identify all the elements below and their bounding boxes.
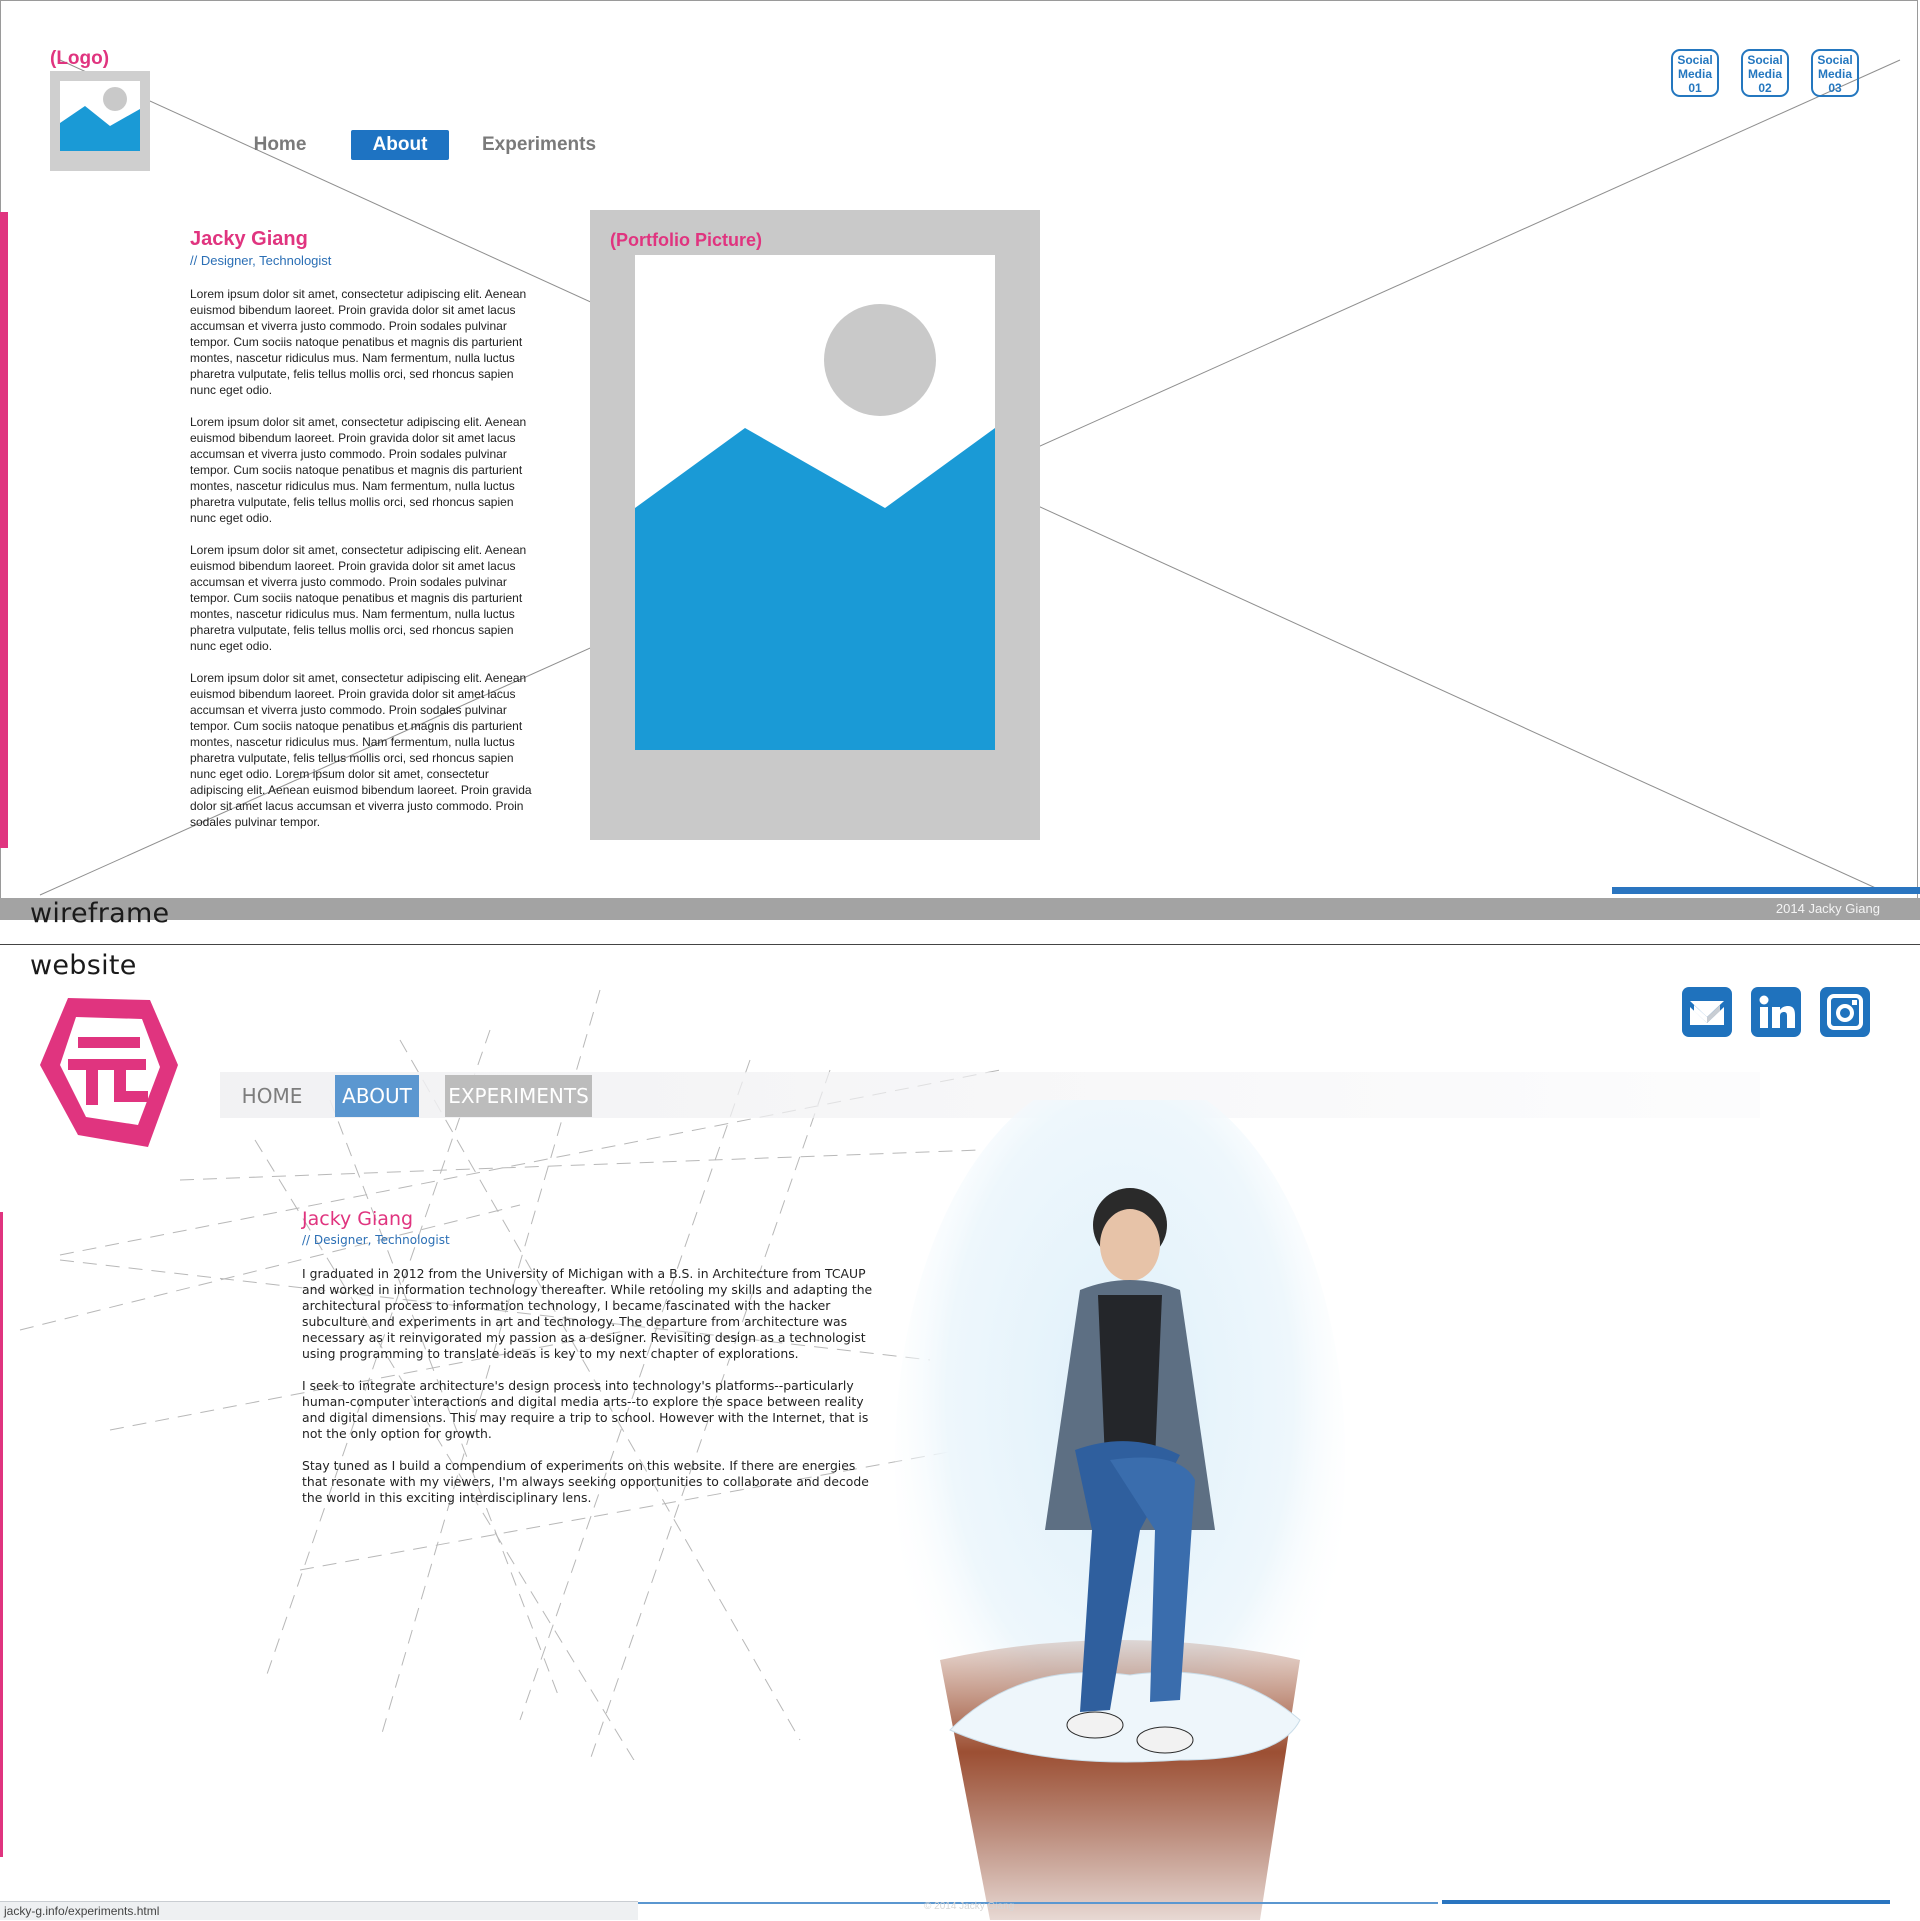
wireframe-nav-experiments[interactable]: Experiments	[474, 130, 604, 160]
section-divider	[0, 944, 1920, 945]
website-accent-bar	[0, 1212, 3, 1857]
social-label-line3: 01	[1688, 81, 1702, 95]
website-paragraph: Stay tuned as I build a compendium of ex…	[302, 1458, 869, 1505]
website-name-heading: Jacky Giang	[302, 1208, 414, 1230]
website-footer-accent	[1442, 1900, 1890, 1904]
wireframe-paragraph: Lorem ipsum dolor sit amet, consectetur …	[190, 543, 527, 653]
image-placeholder-icon	[60, 81, 140, 151]
wireframe-section-label: wireframe	[30, 898, 170, 929]
wireframe-nav-about[interactable]: About	[351, 130, 449, 160]
wireframe-portfolio-picture: (Portfolio Picture)	[590, 210, 1040, 840]
website-paragraph: I seek to integrate architecture's desig…	[302, 1378, 869, 1441]
wireframe-portfolio-label: (Portfolio Picture)	[610, 230, 762, 250]
social-label-line1: Social	[1817, 53, 1853, 67]
social-label-line2: Media	[1817, 67, 1852, 81]
social-label-line1: Social	[1747, 53, 1783, 67]
wireframe-section: (Logo) Home About Experiments Social Med…	[0, 0, 1920, 944]
wireframe-name-heading: Jacky Giang	[190, 228, 308, 250]
website-footer-line	[638, 1902, 1438, 1904]
wireframe-bio-text: Lorem ipsum dolor sit amet, consectetur …	[190, 286, 540, 846]
wireframe-logo-label: (Logo)	[50, 48, 110, 69]
website-nav-about[interactable]: ABOUT	[335, 1075, 419, 1117]
wireframe-social-media-01[interactable]: Social Media 01	[1671, 49, 1719, 97]
image-placeholder-icon	[635, 304, 995, 750]
linkedin-icon[interactable]	[1751, 987, 1801, 1037]
wireframe-logo-placeholder[interactable]	[50, 71, 150, 171]
mail-icon[interactable]	[1682, 987, 1732, 1037]
portfolio-image-placeholder	[635, 255, 995, 750]
wireframe-paragraph: Lorem ipsum dolor sit amet, consectetur …	[190, 287, 527, 397]
website-nav-experiments[interactable]: EXPERIMENTS	[445, 1075, 592, 1117]
wireframe-footer-copyright: 2014 Jacky Giang	[1775, 901, 1880, 916]
website-footer-copyright: © 2014 Jacky Giang	[924, 1901, 1015, 1912]
website-nav-home[interactable]: HOME	[236, 1075, 308, 1117]
social-label-line1: Social	[1677, 53, 1713, 67]
social-label-line3: 03	[1828, 81, 1842, 95]
website-bio-text: I graduated in 2012 from the University …	[302, 1266, 882, 1522]
website-section-label: website	[30, 950, 137, 981]
wireframe-accent-bar	[0, 212, 8, 848]
wireframe-role-subtitle: // Designer, Technologist	[190, 253, 332, 268]
wireframe-paragraph: Lorem ipsum dolor sit amet, consectetur …	[190, 671, 532, 829]
portrait-photo	[895, 1100, 1345, 1920]
social-label-line2: Media	[1677, 67, 1712, 81]
social-label-line3: 02	[1758, 81, 1772, 95]
browser-status-bar: jacky-g.info/experiments.html	[0, 1901, 638, 1920]
website-paragraph: I graduated in 2012 from the University …	[302, 1266, 873, 1361]
site-logo[interactable]	[38, 995, 180, 1151]
wireframe-nav-home[interactable]: Home	[240, 130, 320, 160]
wireframe-footer-accent	[1612, 887, 1920, 894]
social-label-line2: Media	[1747, 67, 1782, 81]
wireframe-paragraph: Lorem ipsum dolor sit amet, consectetur …	[190, 415, 527, 525]
instagram-icon[interactable]	[1820, 987, 1870, 1037]
wireframe-footer	[0, 898, 1920, 920]
wireframe-social-media-02[interactable]: Social Media 02	[1741, 49, 1789, 97]
wireframe-social-media-03[interactable]: Social Media 03	[1811, 49, 1859, 97]
website-role-subtitle: // Designer, Technologist	[302, 1233, 450, 1247]
